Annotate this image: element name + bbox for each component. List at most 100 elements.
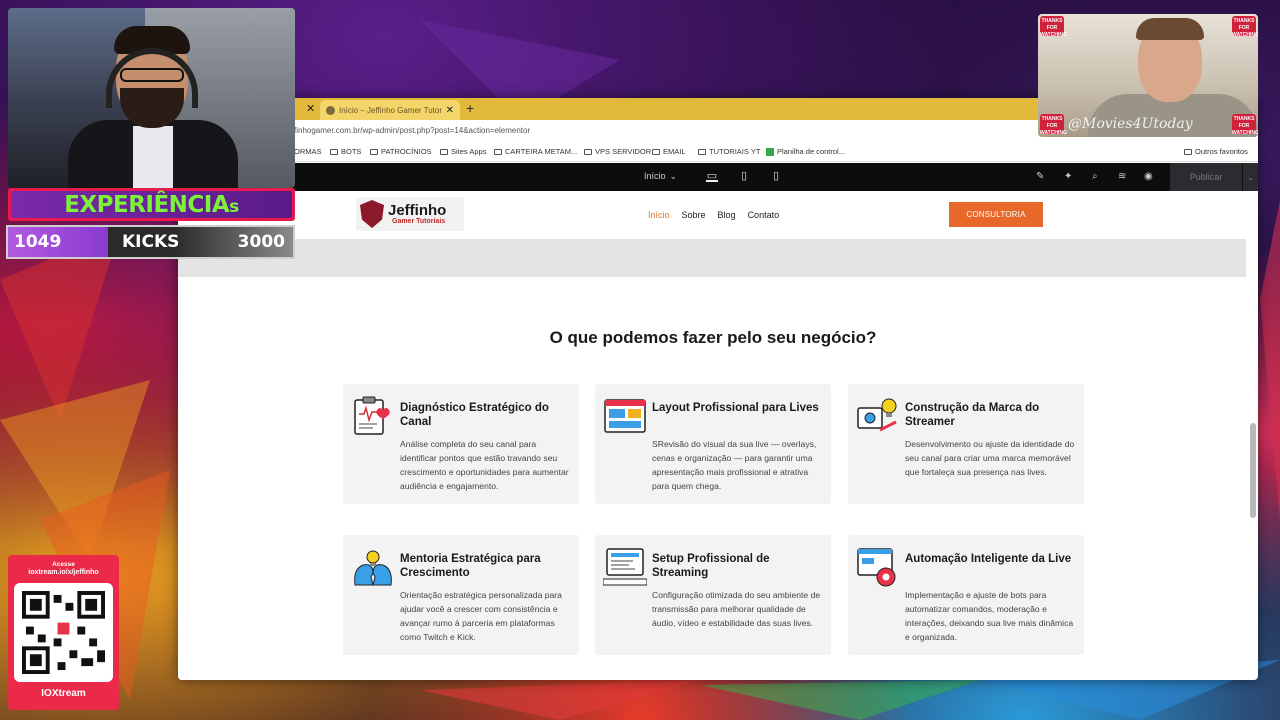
experience-label: EXPERIÊNCIAs bbox=[64, 192, 239, 218]
card-title: Mentoria Estratégica para Crescimento bbox=[400, 553, 541, 579]
bookmark-label: ORMAS bbox=[294, 147, 322, 156]
bookmark-bots[interactable]: BOTS bbox=[330, 147, 361, 156]
site-header: Jeffinho Gamer Tutoriais Início Sobre Bl… bbox=[178, 191, 1248, 239]
guest-video: THANKS FOR WATCHING THANKS FOR WATCHING … bbox=[1038, 14, 1258, 137]
thanks-badge: THANKS FOR WATCHING bbox=[1232, 114, 1258, 136]
bookmark-sites-apps[interactable]: Sites Apps bbox=[440, 147, 486, 156]
search-icon[interactable]: ⌕ bbox=[1092, 171, 1098, 182]
sheets-icon bbox=[766, 147, 774, 156]
thanks-badge: THANKS FOR WATCHING bbox=[1232, 16, 1258, 38]
bookmarks-bar: ORMAS BOTS PATROCÍNIOS Sites Apps CARTEI… bbox=[178, 142, 1258, 162]
tab-title: Início – Jeffinho Gamer Tutoriais bbox=[339, 105, 442, 115]
progress-label: KICKS bbox=[122, 232, 180, 252]
kicks-progress-bar: 1049 KICKS 3000 bbox=[6, 225, 295, 259]
bookmark-label: CARTEIRA METAM... bbox=[505, 147, 578, 156]
bookmark-label: Sites Apps bbox=[451, 147, 487, 156]
consultoria-button[interactable]: CONSULTORIA bbox=[949, 202, 1043, 227]
close-tab-icon[interactable]: ✕ bbox=[306, 102, 315, 115]
tab-active[interactable]: Início – Jeffinho Gamer Tutoriais ✕ bbox=[320, 100, 460, 120]
bookmark-tutoriais[interactable]: TUTORIAIS YT bbox=[698, 147, 760, 156]
bookmark-label: BOTS bbox=[341, 147, 362, 156]
watermark: @Movies4Utoday bbox=[1068, 116, 1193, 132]
site-logo[interactable]: Jeffinho Gamer Tutoriais bbox=[356, 197, 464, 231]
service-card: Mentoria Estratégica para Crescimento Or… bbox=[343, 535, 579, 655]
folder-icon bbox=[440, 148, 448, 155]
card-title: Diagnóstico Estratégico do Canal bbox=[400, 402, 549, 428]
service-card: Construção da Marca do Streamer Desenvol… bbox=[848, 384, 1084, 504]
qr-code-icon bbox=[22, 591, 105, 674]
folder-icon bbox=[370, 148, 378, 155]
folder-icon bbox=[330, 148, 338, 155]
page-selector[interactable]: Início ⌄ bbox=[644, 171, 677, 182]
publish-label: Publicar bbox=[1189, 172, 1223, 182]
card-title: Automação Inteligente da Live bbox=[905, 553, 1072, 565]
url-text: finhogamer.com.br/wp-admin/post.php?post… bbox=[294, 126, 531, 135]
folder-icon bbox=[1184, 148, 1192, 155]
bookmark-label: VPS SERVIDOR bbox=[595, 147, 652, 156]
wordpress-icon bbox=[326, 105, 335, 115]
tablet-view-icon[interactable]: ▯ bbox=[738, 170, 750, 182]
streaming-setup-icon bbox=[603, 548, 647, 586]
logo-name: Jeffinho bbox=[388, 202, 447, 219]
section-title: O que podemos fazer pelo seu negócio? bbox=[549, 328, 877, 347]
scrollbar-thumb[interactable] bbox=[1250, 423, 1256, 518]
card-description: Desenvolvimento ou ajuste da identidade … bbox=[905, 439, 1075, 477]
bookmark-label: EMAIL bbox=[663, 147, 686, 156]
bookmark-patrocinios[interactable]: PATROCÍNIOS bbox=[370, 147, 432, 156]
qr-panel: Acesse ioxtream.io/x/jeffinho IOXtream bbox=[8, 555, 119, 710]
desktop-view-icon[interactable]: ▭ bbox=[706, 170, 718, 182]
bookmark-label: TUTORIAIS YT bbox=[709, 147, 761, 156]
notifications-icon[interactable]: ✦ bbox=[1064, 171, 1072, 182]
card-title: Layout Profissional para Lives bbox=[652, 402, 819, 414]
card-description: Configuração otimizada do seu ambiente d… bbox=[652, 590, 821, 628]
bookmark-vps[interactable]: VPS SERVIDOR bbox=[584, 147, 651, 156]
bookmark-outros[interactable]: Outros favoritos bbox=[1184, 147, 1248, 156]
card-description: Implementação e ajuste de bots para auto… bbox=[905, 590, 1074, 642]
service-card: Layout Profissional para Lives SRevisão … bbox=[595, 384, 831, 504]
site-preview: Jeffinho Gamer Tutoriais Início Sobre Bl… bbox=[178, 191, 1248, 680]
card-description: Orientação estratégica personalizada par… bbox=[400, 590, 562, 642]
progress-value: 1049 bbox=[14, 232, 62, 252]
scrollbar[interactable] bbox=[1250, 198, 1256, 668]
folder-icon bbox=[584, 148, 592, 155]
qr-line2: ioxtream.io/x/jeffinho bbox=[28, 569, 99, 576]
mobile-view-icon[interactable]: ▯ bbox=[770, 170, 782, 182]
logo-text: Jeffinho Gamer Tutoriais bbox=[388, 203, 446, 225]
site-nav: Início Sobre Blog Contato bbox=[648, 210, 779, 220]
publish-button[interactable]: Publicar bbox=[1170, 163, 1242, 191]
bookmark-ormas[interactable]: ORMAS bbox=[294, 147, 322, 156]
hero-bottom-band bbox=[178, 239, 1246, 277]
layers-icon[interactable]: ≋ bbox=[1118, 171, 1126, 182]
card-description: Análise completa do seu canal para ident… bbox=[400, 439, 569, 491]
qr-code bbox=[14, 583, 113, 682]
experience-text: EXPERIÊNCIA bbox=[64, 191, 230, 218]
bookmark-email[interactable]: EMAIL bbox=[652, 147, 686, 156]
publish-options-icon[interactable]: ⌄ bbox=[1242, 163, 1258, 191]
guest-hair bbox=[1136, 18, 1204, 40]
folder-icon bbox=[494, 148, 502, 155]
bookmark-planilha[interactable]: Planilha de control... bbox=[766, 147, 845, 156]
streamer-webcam bbox=[8, 8, 295, 188]
new-tab-icon[interactable]: + bbox=[466, 100, 474, 116]
bookmark-label: Outros favoritos bbox=[1195, 147, 1248, 156]
browser-window: ✕ Início – Jeffinho Gamer Tutoriais ✕ + … bbox=[178, 98, 1258, 680]
ioxtream-logo: IOXtream bbox=[41, 688, 86, 699]
qr-line1: Acesse bbox=[52, 561, 75, 568]
nav-inicio[interactable]: Início bbox=[648, 210, 670, 220]
nav-contato[interactable]: Contato bbox=[748, 210, 780, 220]
card-description: SRevisão do visual da sua live — overlay… bbox=[652, 439, 817, 491]
elementor-topbar: Início ⌄ ▭ ▯ ▯ ✎ ✦ ⌕ ≋ ◉ Publicar ⌄ bbox=[178, 163, 1258, 191]
preview-icon[interactable]: ◉ bbox=[1144, 171, 1153, 182]
nav-blog[interactable]: Blog bbox=[718, 210, 736, 220]
close-tab-icon[interactable]: ✕ bbox=[446, 105, 454, 116]
service-card: Diagnóstico Estratégico do Canal Análise… bbox=[343, 384, 579, 504]
layout-window-icon bbox=[604, 399, 646, 433]
nav-sobre[interactable]: Sobre bbox=[682, 210, 706, 220]
edit-icon[interactable]: ✎ bbox=[1036, 171, 1044, 182]
bookmark-carteira[interactable]: CARTEIRA METAM... bbox=[494, 147, 577, 156]
page-selector-label: Início bbox=[644, 171, 666, 181]
service-card: Automação Inteligente da Live Implementa… bbox=[848, 535, 1084, 655]
bookmark-label: PATROCÍNIOS bbox=[381, 147, 432, 156]
experience-banner: EXPERIÊNCIAs bbox=[8, 188, 295, 221]
streamer-shirt bbox=[133, 126, 173, 188]
